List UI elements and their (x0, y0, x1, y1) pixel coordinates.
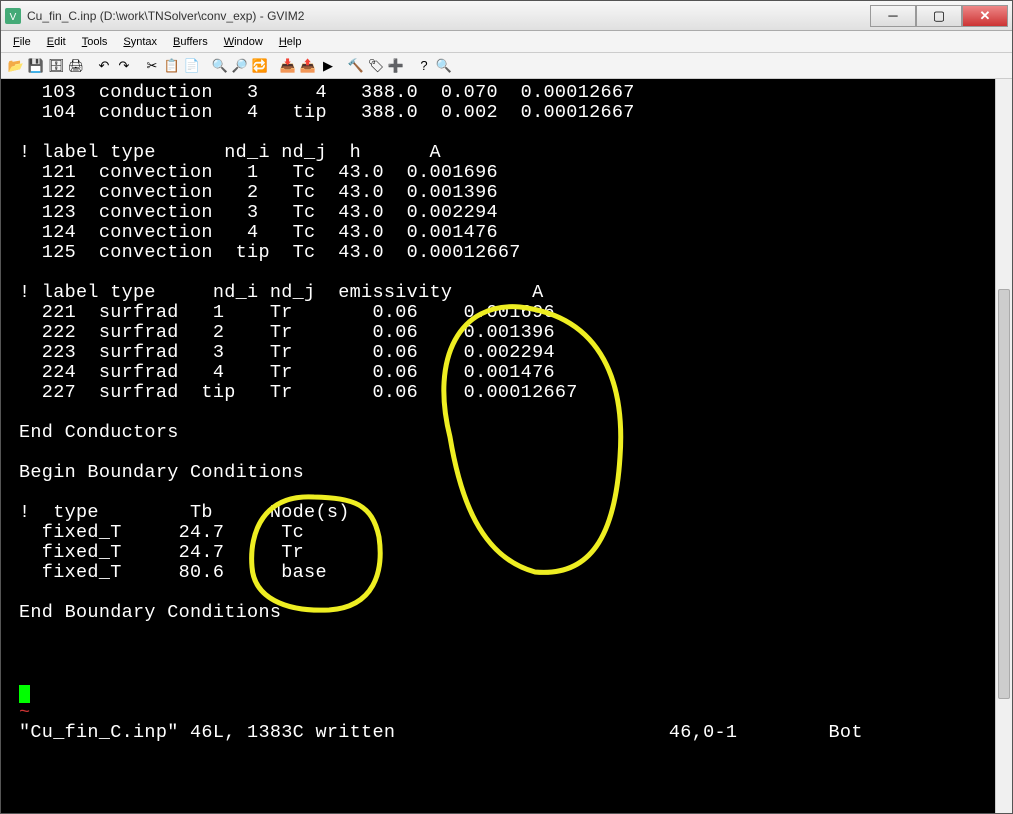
svg-text:V: V (10, 12, 17, 23)
menu-edit[interactable]: Edit (41, 34, 72, 50)
saveall-icon[interactable]: 🗄 (47, 57, 65, 75)
session-save-icon[interactable]: 📤 (299, 57, 317, 75)
close-button[interactable]: ✕ (962, 5, 1008, 27)
find-icon[interactable]: 🔍 (211, 57, 229, 75)
menu-window[interactable]: Window (218, 34, 269, 50)
window-title: Cu_fin_C.inp (D:\work\TNSolver\conv_exp)… (27, 9, 870, 23)
menu-file[interactable]: File (7, 34, 37, 50)
cut-icon[interactable]: ✂ (143, 57, 161, 75)
status-line: "Cu_fin_C.inp" 46L, 1383C written 46,0-1… (19, 723, 977, 743)
maximize-button[interactable]: ▢ (916, 5, 962, 27)
toolbar: 📂 💾 🗄 🖨 ↶ ↷ ✂ 📋 📄 🔍 🔎 🔁 📥 📤 ▶ 🔨 🏷 ➕ ? 🔍 (1, 53, 1012, 79)
menu-help[interactable]: Help (273, 34, 308, 50)
run-script-icon[interactable]: ▶ (319, 57, 337, 75)
menu-syntax[interactable]: Syntax (117, 34, 163, 50)
tags-icon[interactable]: 🏷 (367, 57, 385, 75)
session-load-icon[interactable]: 📥 (279, 57, 297, 75)
undo-icon[interactable]: ↶ (95, 57, 113, 75)
cursor (19, 685, 30, 703)
editor-content[interactable]: 103 conduction 3 4 388.0 0.070 0.0001266… (1, 79, 995, 813)
copy-icon[interactable]: 📋 (163, 57, 181, 75)
paste-icon[interactable]: 📄 (183, 57, 201, 75)
replace-icon[interactable]: 🔁 (251, 57, 269, 75)
print-icon[interactable]: 🖨 (67, 57, 85, 75)
search-help-icon[interactable]: 🔍 (435, 57, 453, 75)
make-icon[interactable]: 🔨 (347, 57, 365, 75)
titlebar: V Cu_fin_C.inp (D:\work\TNSolver\conv_ex… (1, 1, 1012, 31)
help-icon[interactable]: ? (415, 57, 433, 75)
save-icon[interactable]: 💾 (27, 57, 45, 75)
findnext-icon[interactable]: 🔎 (231, 57, 249, 75)
app-icon: V (5, 8, 21, 24)
open-icon[interactable]: 📂 (7, 57, 25, 75)
vertical-scrollbar[interactable] (995, 79, 1012, 813)
redo-icon[interactable]: ↷ (115, 57, 133, 75)
scroll-thumb[interactable] (998, 289, 1010, 699)
minimize-button[interactable]: ─ (870, 5, 916, 27)
menu-buffers[interactable]: Buffers (167, 34, 214, 50)
tilde-line: ~ (19, 703, 977, 723)
menu-tools[interactable]: Tools (76, 34, 114, 50)
newtab-icon[interactable]: ➕ (387, 57, 405, 75)
menubar: File Edit Tools Syntax Buffers Window He… (1, 31, 1012, 53)
